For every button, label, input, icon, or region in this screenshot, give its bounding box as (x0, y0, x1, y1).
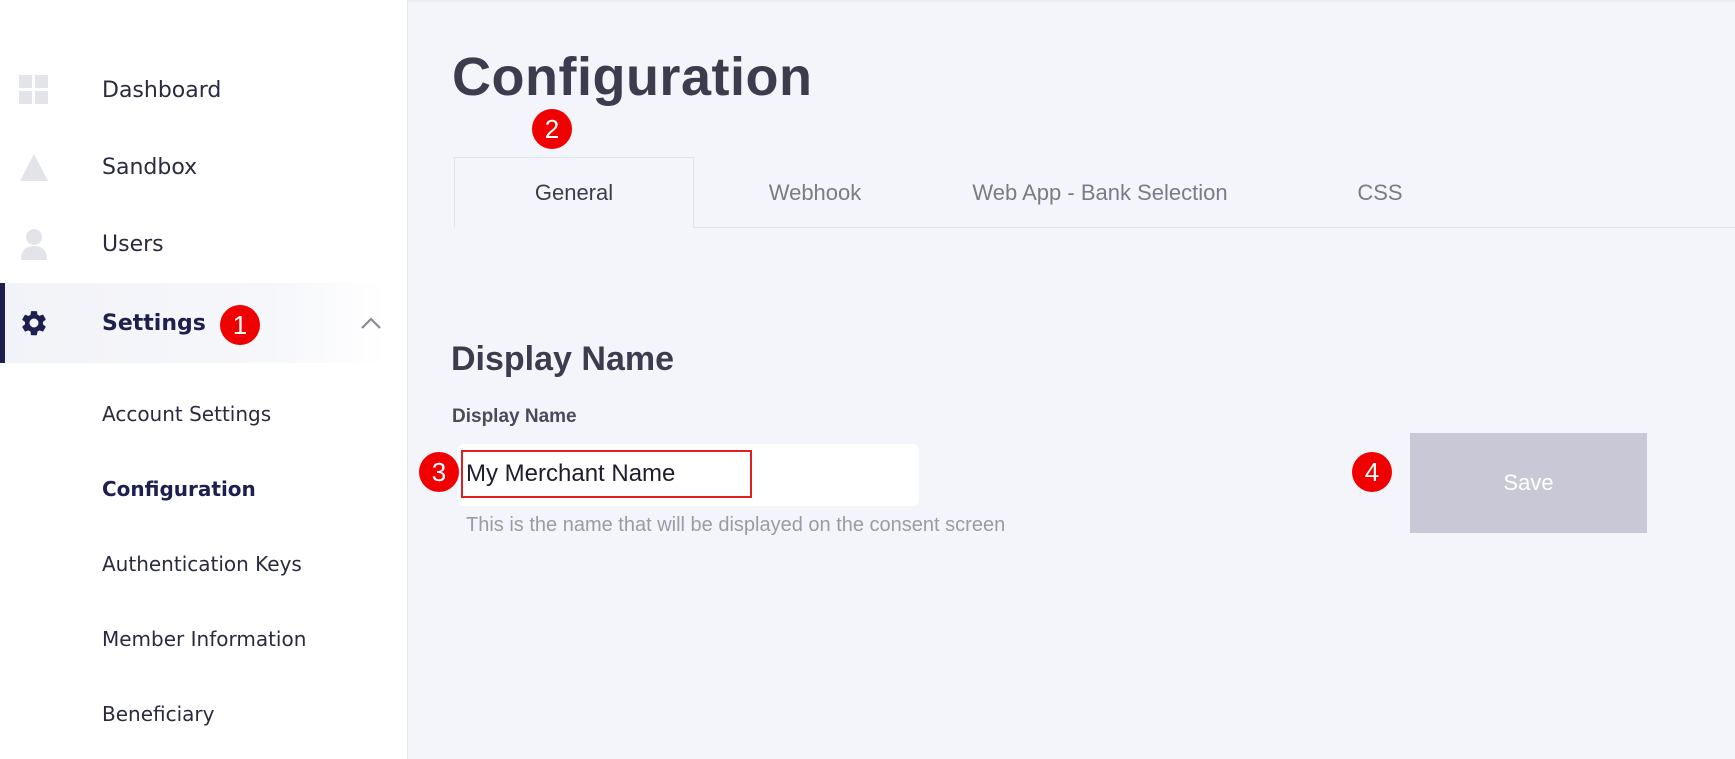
sidebar-item-label: Settings (102, 310, 206, 336)
display-name-helper-text: This is the name that will be displayed … (466, 514, 1006, 536)
sidebar-subitem-configuration[interactable]: Configuration (102, 477, 256, 501)
user-icon (18, 228, 50, 260)
annotation-marker-4: 4 (1352, 452, 1392, 492)
sidebar-subitem-account-settings[interactable]: Account Settings (102, 402, 271, 426)
section-title: Display Name (451, 340, 674, 378)
sidebar-item-label: Dashboard (102, 77, 222, 103)
tab-css[interactable]: CSS (1300, 157, 1460, 228)
gear-icon (18, 307, 50, 339)
sidebar-item-dashboard[interactable]: Dashboard (0, 50, 386, 130)
sidebar-item-sandbox[interactable]: Sandbox (0, 127, 386, 207)
sidebar-item-label: Users (102, 231, 164, 257)
sidebar-item-users[interactable]: Users (0, 204, 386, 284)
sidebar-item-settings[interactable]: Settings (0, 283, 386, 363)
annotation-highlight-box (461, 450, 752, 498)
dashboard-icon (18, 74, 50, 106)
display-name-label: Display Name (452, 406, 577, 427)
annotation-marker-3: 3 (419, 452, 459, 492)
tab-webhook[interactable]: Webhook (710, 157, 920, 228)
sidebar-item-label: Sandbox (102, 154, 198, 180)
tab-web-app-bank-selection[interactable]: Web App - Bank Selection (940, 157, 1260, 228)
page-title: Configuration (452, 47, 813, 107)
tab-general[interactable]: General (454, 157, 694, 228)
sidebar-subitem-beneficiary[interactable]: Beneficiary (102, 702, 214, 726)
sidebar-subitem-authentication-keys[interactable]: Authentication Keys (102, 552, 302, 576)
save-button[interactable]: Save (1410, 433, 1647, 533)
chevron-up-icon[interactable] (357, 309, 385, 337)
sandbox-icon (18, 151, 50, 183)
sidebar: Dashboard Sandbox Users Settings Account… (0, 0, 408, 759)
sidebar-subitem-member-information[interactable]: Member Information (102, 627, 306, 651)
annotation-marker-2: 2 (532, 109, 572, 149)
annotation-marker-1: 1 (220, 305, 260, 345)
